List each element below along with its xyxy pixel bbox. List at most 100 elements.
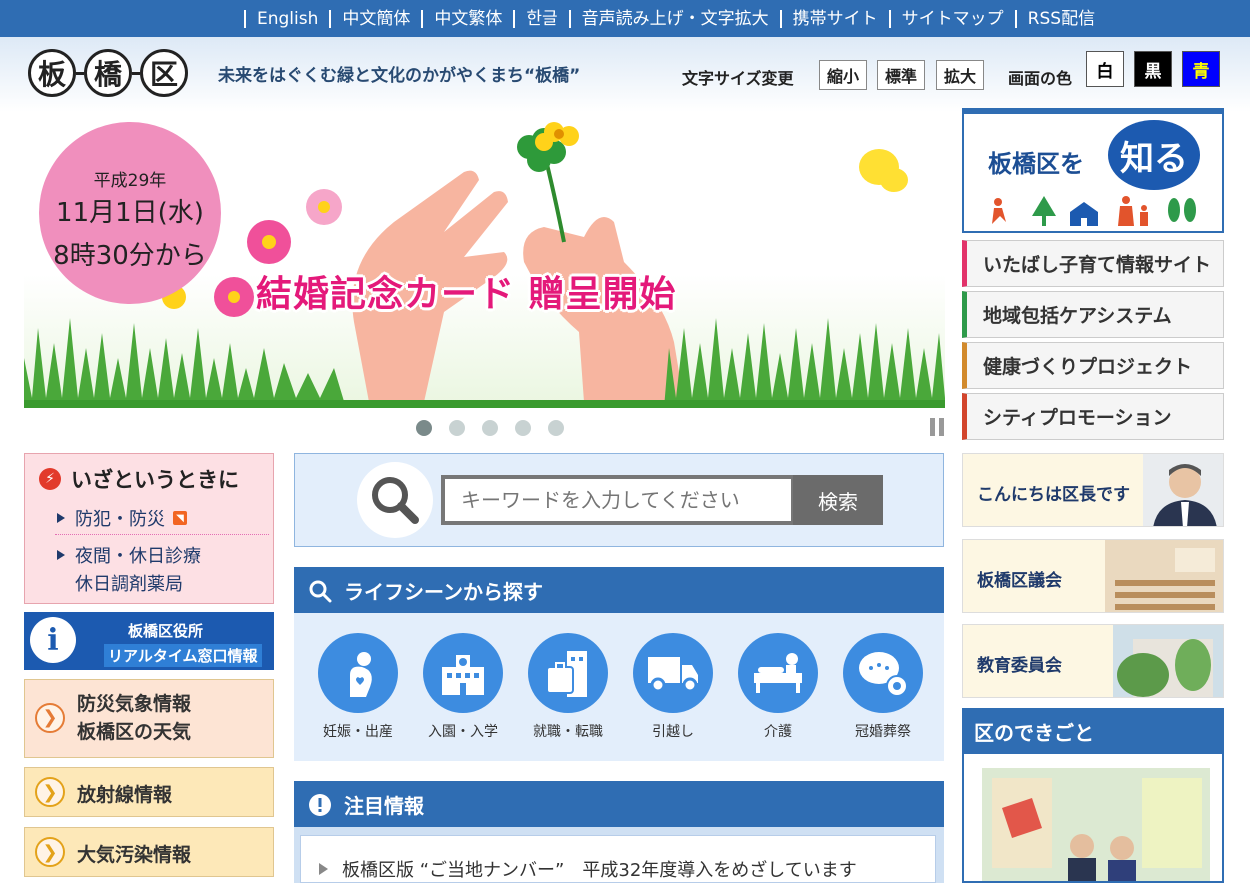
- weather-info-link[interactable]: ❯ 防災気象情報 板橋区の天気: [24, 679, 274, 758]
- search-icon: [309, 580, 332, 603]
- lifescene-pregnancy[interactable]: 妊娠・出産: [310, 633, 406, 741]
- link-voice-reading[interactable]: 音声読み上げ・文字拡大: [568, 9, 780, 28]
- emergency-link-holiday-pharmacy[interactable]: 休日調剤薬局: [75, 570, 183, 596]
- carousel-indicators: [416, 420, 564, 436]
- info-icon: i: [30, 617, 76, 663]
- lifescene-ceremonies[interactable]: 冠婚葬祭: [835, 633, 931, 741]
- air-pollution-info-link[interactable]: ❯ 大気汚染情報: [24, 827, 274, 877]
- lifescene-label: 冠婚葬祭: [855, 724, 911, 740]
- notice-item-label: 板橋区版 “ご当地ナンバー” 平成32年度導入をめざしています: [342, 860, 857, 881]
- radiation-info-link[interactable]: ❯ 放射線情報: [24, 767, 274, 817]
- logo-char: 区: [140, 49, 188, 97]
- search-button[interactable]: 検索: [793, 475, 883, 525]
- link-childcare-site[interactable]: いたばし子育て情報サイト: [962, 240, 1224, 287]
- lifescene-label: 就職・転職: [533, 724, 603, 740]
- divider: [55, 534, 269, 535]
- lifescene-moving[interactable]: 引越し: [625, 633, 721, 741]
- education-card-title: 教育委員会: [977, 656, 1062, 676]
- know-banner-text: 板橋区を: [988, 150, 1084, 178]
- color-black-button[interactable]: 黒: [1134, 51, 1172, 87]
- font-shrink-button[interactable]: 縮小: [819, 60, 867, 90]
- logo-divider: [76, 71, 84, 75]
- education-board-card[interactable]: 教育委員会: [962, 624, 1224, 698]
- font-standard-button[interactable]: 標準: [877, 60, 925, 90]
- weather-line1: 防災気象情報: [77, 693, 192, 715]
- link-rss[interactable]: RSS配信: [1014, 9, 1106, 28]
- link-chinese-simplified[interactable]: 中文簡体: [329, 9, 421, 28]
- carousel-dot[interactable]: [416, 420, 432, 436]
- event-date-time: 8時30分から: [53, 241, 207, 271]
- lifescene-icon-circle: [738, 633, 818, 713]
- triangle-right-icon: [319, 863, 328, 875]
- pause-icon[interactable]: [930, 418, 946, 436]
- notice-list: 板橋区版 “ご当地ナンバー” 平成32年度導入をめざしています: [300, 835, 936, 883]
- assembly-card[interactable]: 板橋区議会: [962, 539, 1224, 613]
- notice-title: 注目情報: [344, 793, 424, 818]
- lifescene-label: 介護: [764, 724, 792, 740]
- realtime-counter-banner[interactable]: i 板橋区役所 リアルタイム窓口情報: [24, 612, 274, 670]
- lifescene-nursing-care[interactable]: 介護: [730, 633, 826, 741]
- event-photo[interactable]: [982, 768, 1210, 883]
- education-photo: [1113, 625, 1223, 697]
- search-input[interactable]: [441, 475, 795, 525]
- lifescene-icon-circle: [633, 633, 713, 713]
- realtime-line1: 板橋区役所: [128, 622, 204, 640]
- events-section: [962, 754, 1224, 883]
- weather-line2: 板橋区の天気: [77, 721, 192, 743]
- link-chinese-traditional[interactable]: 中文繁体: [421, 9, 513, 28]
- event-date-day: 11月1日(水): [56, 198, 204, 228]
- lifescene-panel: 妊娠・出産 入園・入学 就職・転職 引越し 介護 冠婚葬祭: [294, 613, 944, 761]
- link-sitemap[interactable]: サイトマップ: [888, 9, 1015, 28]
- mayor-card[interactable]: こんにちは区長です: [962, 453, 1224, 527]
- link-mobile-site[interactable]: 携帯サイト: [779, 9, 889, 28]
- logo-char: 板: [28, 49, 76, 97]
- link-korean[interactable]: 한글: [513, 9, 568, 28]
- utility-links: English 中文簡体 中文繁体 한글 音声読み上げ・文字拡大 携帯サイト サ…: [244, 0, 1106, 37]
- pregnancy-icon: [350, 652, 372, 697]
- air-pollution-label: 大気汚染情報: [77, 844, 192, 866]
- lifescene-label: 妊娠・出産: [323, 724, 393, 740]
- notice-item[interactable]: 板橋区版 “ご当地ナンバー” 平成32年度導入をめざしています: [319, 856, 857, 882]
- rss-icon[interactable]: ◥: [173, 511, 187, 525]
- emergency-link-night-clinic[interactable]: 夜間・休日診療: [57, 542, 201, 568]
- carousel-dot[interactable]: [482, 420, 498, 436]
- lightning-icon: ⚡: [39, 468, 61, 490]
- people-tree-house-icon: [992, 196, 1196, 226]
- lifescene-employment[interactable]: 就職・転職: [520, 633, 616, 741]
- emergency-title: いざというときに: [71, 468, 239, 492]
- lifescene-school-entry[interactable]: 入園・入学: [415, 633, 511, 741]
- link-city-promotion[interactable]: シティプロモーション: [962, 393, 1224, 440]
- carousel-dot[interactable]: [515, 420, 531, 436]
- lifescene-label: 引越し: [652, 724, 694, 740]
- event-date-era: 平成29年: [93, 171, 167, 191]
- carousel-dot[interactable]: [449, 420, 465, 436]
- logo-char: 橋: [84, 49, 132, 97]
- link-community-care[interactable]: 地域包括ケアシステム: [962, 291, 1224, 338]
- lifescene-label: 入園・入学: [428, 724, 498, 740]
- site-logo[interactable]: 板 橋 区: [28, 49, 188, 97]
- school-icon: [442, 655, 484, 695]
- hero-banner[interactable]: 平成29年 11月1日(水) 8時30分から 結婚記念カード 贈呈開始: [24, 112, 945, 408]
- link-health-project[interactable]: 健康づくりプロジェクト: [962, 342, 1224, 389]
- link-english[interactable]: English: [244, 9, 329, 28]
- lifescene-icon-circle: [843, 633, 923, 713]
- lifescene-header: ライフシーンから探す: [294, 567, 944, 613]
- search-panel: 検索: [294, 453, 944, 547]
- font-enlarge-button[interactable]: 拡大: [936, 60, 984, 90]
- lifescene-icon-circle: [423, 633, 503, 713]
- font-size-label: 文字サイズ変更: [682, 69, 794, 88]
- assembly-photo: [1105, 540, 1223, 612]
- color-white-button[interactable]: 白: [1086, 51, 1124, 87]
- color-blue-button[interactable]: 青: [1182, 51, 1220, 87]
- lifescene-title: ライフシーンから探す: [344, 579, 543, 604]
- search-icon: [372, 477, 419, 524]
- emergency-link-crime-disaster[interactable]: 防犯・防災 ◥: [57, 505, 187, 531]
- assembly-card-title: 板橋区議会: [977, 571, 1062, 591]
- logo-divider: [132, 71, 140, 75]
- know-banner-highlight: 知る: [1108, 120, 1200, 190]
- carousel-dot[interactable]: [548, 420, 564, 436]
- chevron-right-icon: ❯: [35, 777, 65, 807]
- know-itabashi-banner[interactable]: 板橋区を 知る: [962, 108, 1224, 233]
- chevron-right-icon: ❯: [35, 837, 65, 867]
- lifescene-icon-circle: [318, 633, 398, 713]
